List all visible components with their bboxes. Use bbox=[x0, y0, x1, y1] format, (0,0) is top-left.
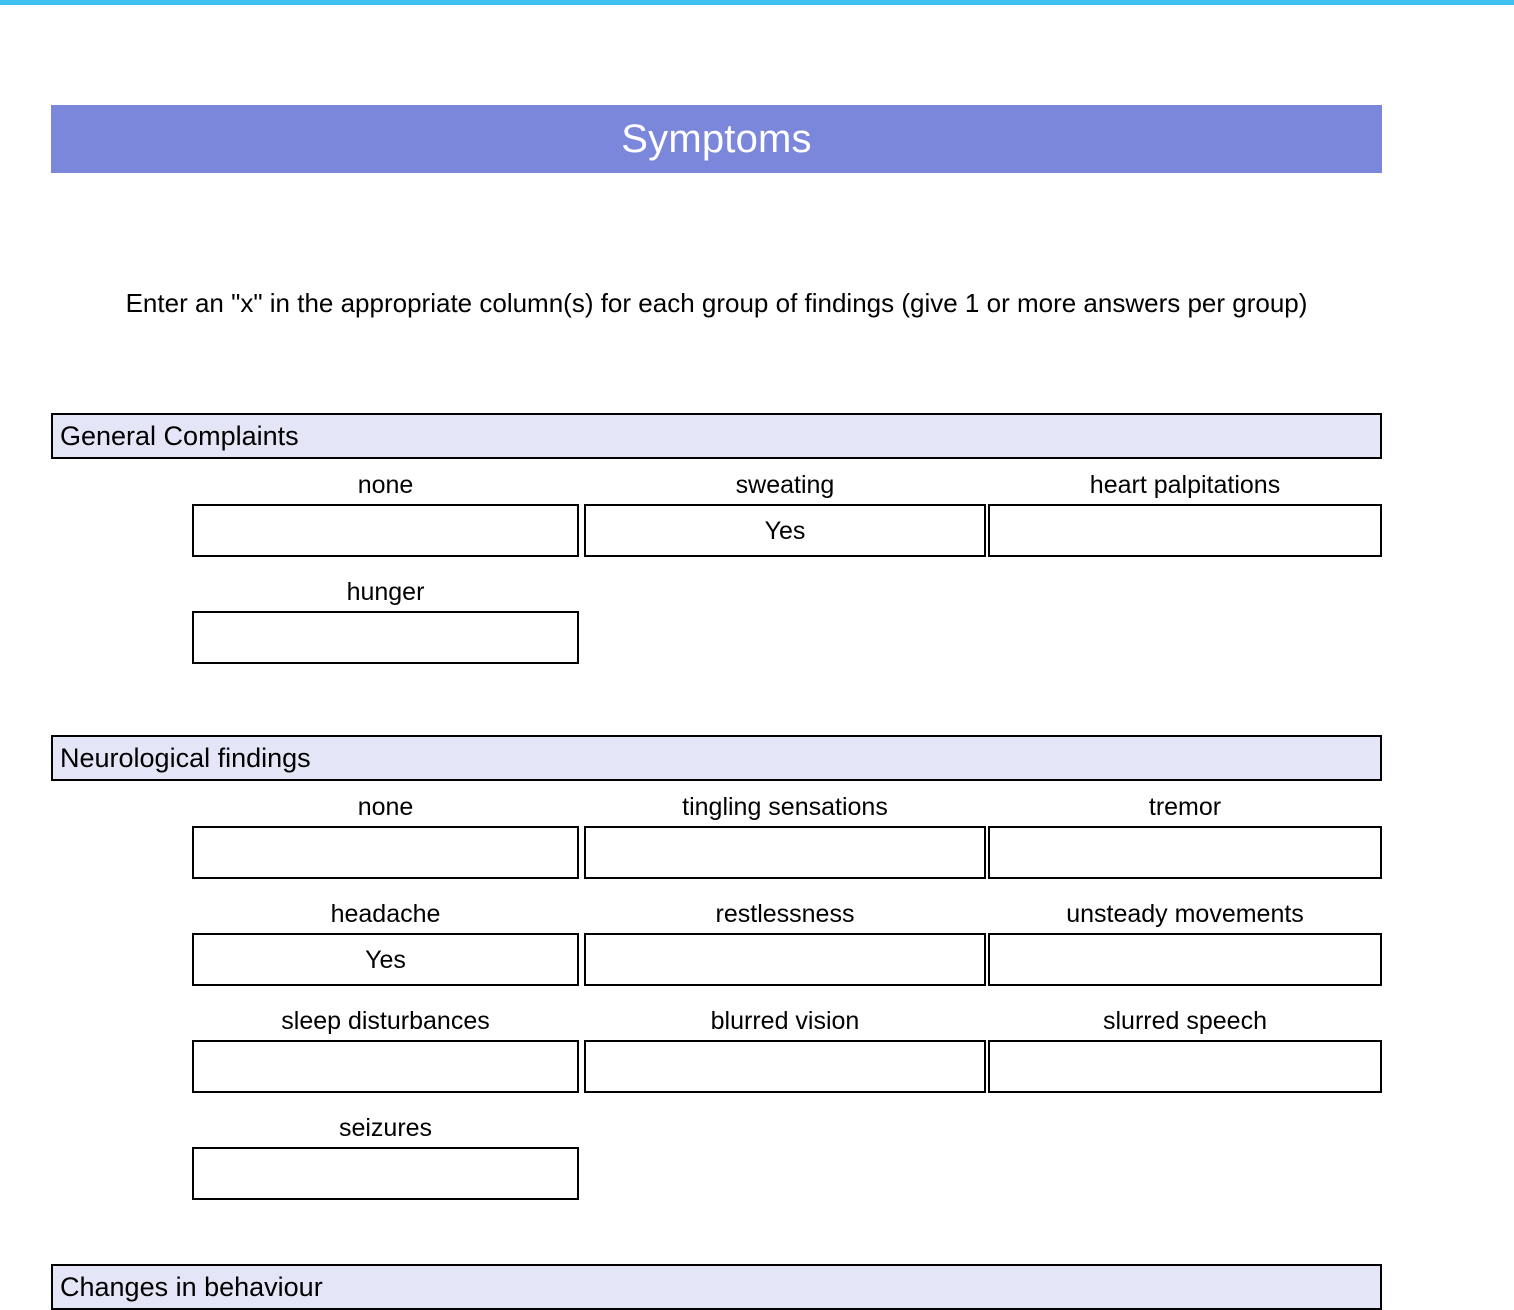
finding-cell-restlessness: restlessness bbox=[584, 899, 986, 986]
findings-row: headache Yes restlessness unsteady movem… bbox=[51, 899, 1382, 1006]
finding-cell-sleep-disturbances: sleep disturbances bbox=[192, 1006, 579, 1093]
section-changes-in-behaviour: Changes in behaviour bbox=[51, 1264, 1382, 1310]
finding-answer-box[interactable] bbox=[584, 826, 986, 879]
finding-answer-box[interactable]: Yes bbox=[192, 933, 579, 986]
findings-row: sleep disturbances blurred vision slurre… bbox=[51, 1006, 1382, 1113]
finding-answer-box[interactable] bbox=[988, 933, 1382, 986]
finding-label: sweating bbox=[735, 471, 835, 499]
findings-row: hunger bbox=[51, 577, 1382, 684]
finding-answer-box[interactable] bbox=[192, 826, 579, 879]
finding-label: tingling sensations bbox=[682, 793, 888, 821]
finding-cell-heart-palpitations: heart palpitations bbox=[988, 470, 1382, 557]
finding-cell-hunger: hunger bbox=[192, 577, 579, 664]
section-rows: none tingling sensations tremor headache… bbox=[51, 792, 1382, 1220]
finding-cell-tremor: tremor bbox=[988, 792, 1382, 879]
finding-answer-value: Yes bbox=[365, 945, 406, 974]
finding-cell-unsteady-movements: unsteady movements bbox=[988, 899, 1382, 986]
finding-answer-box[interactable] bbox=[584, 1040, 986, 1093]
finding-answer-box[interactable]: Yes bbox=[584, 504, 986, 557]
finding-answer-box[interactable] bbox=[988, 826, 1382, 879]
finding-answer-box[interactable] bbox=[192, 504, 579, 557]
section-header-changes-in-behaviour: Changes in behaviour bbox=[51, 1264, 1382, 1310]
section-title: Changes in behaviour bbox=[60, 1272, 323, 1302]
finding-label: seizures bbox=[338, 1114, 433, 1142]
section-header-neurological-findings: Neurological findings bbox=[51, 735, 1382, 781]
finding-cell-sweating: sweating Yes bbox=[584, 470, 986, 557]
symptoms-form-page: Symptoms Enter an "x" in the appropriate… bbox=[0, 0, 1514, 1310]
finding-answer-box[interactable] bbox=[988, 1040, 1382, 1093]
section-title: General Complaints bbox=[60, 421, 299, 451]
finding-label: none bbox=[357, 471, 414, 499]
finding-label: none bbox=[357, 793, 414, 821]
finding-answer-value: Yes bbox=[764, 516, 806, 545]
section-general-complaints: General Complaints none sweating Yes hea… bbox=[51, 413, 1382, 684]
top-accent-bar bbox=[0, 0, 1514, 5]
finding-label: blurred vision bbox=[710, 1007, 860, 1035]
finding-answer-box[interactable] bbox=[192, 1147, 579, 1200]
finding-cell-headache: headache Yes bbox=[192, 899, 579, 986]
finding-cell-seizures: seizures bbox=[192, 1113, 579, 1200]
finding-answer-box[interactable] bbox=[192, 1040, 579, 1093]
finding-label: slurred speech bbox=[1103, 1007, 1267, 1035]
page-title: Symptoms bbox=[621, 117, 812, 161]
section-title: Neurological findings bbox=[60, 743, 311, 773]
findings-row: none tingling sensations tremor bbox=[51, 792, 1382, 899]
finding-label: headache bbox=[330, 900, 441, 928]
finding-cell-blurred-vision: blurred vision bbox=[584, 1006, 986, 1093]
instructions-text: Enter an "x" in the appropriate column(s… bbox=[125, 288, 1308, 318]
page-title-banner: Symptoms bbox=[51, 105, 1382, 173]
findings-row: seizures bbox=[51, 1113, 1382, 1220]
finding-cell-slurred-speech: slurred speech bbox=[988, 1006, 1382, 1093]
finding-cell-tingling-sensations: tingling sensations bbox=[584, 792, 986, 879]
finding-answer-box[interactable] bbox=[192, 611, 579, 664]
finding-label: sleep disturbances bbox=[281, 1007, 490, 1035]
finding-answer-box[interactable] bbox=[988, 504, 1382, 557]
finding-label: tremor bbox=[1148, 793, 1222, 821]
findings-row: none sweating Yes heart palpitations bbox=[51, 470, 1382, 577]
finding-label: unsteady movements bbox=[1066, 900, 1304, 928]
finding-label: hunger bbox=[346, 578, 425, 606]
finding-answer-box[interactable] bbox=[584, 933, 986, 986]
finding-label: restlessness bbox=[715, 900, 855, 928]
finding-cell-none: none bbox=[192, 792, 579, 879]
section-rows: none sweating Yes heart palpitations hun… bbox=[51, 470, 1382, 684]
section-neurological-findings: Neurological findings none tingling sens… bbox=[51, 735, 1382, 1220]
section-header-general-complaints: General Complaints bbox=[51, 413, 1382, 459]
finding-label: heart palpitations bbox=[1089, 471, 1281, 499]
finding-cell-none: none bbox=[192, 470, 579, 557]
